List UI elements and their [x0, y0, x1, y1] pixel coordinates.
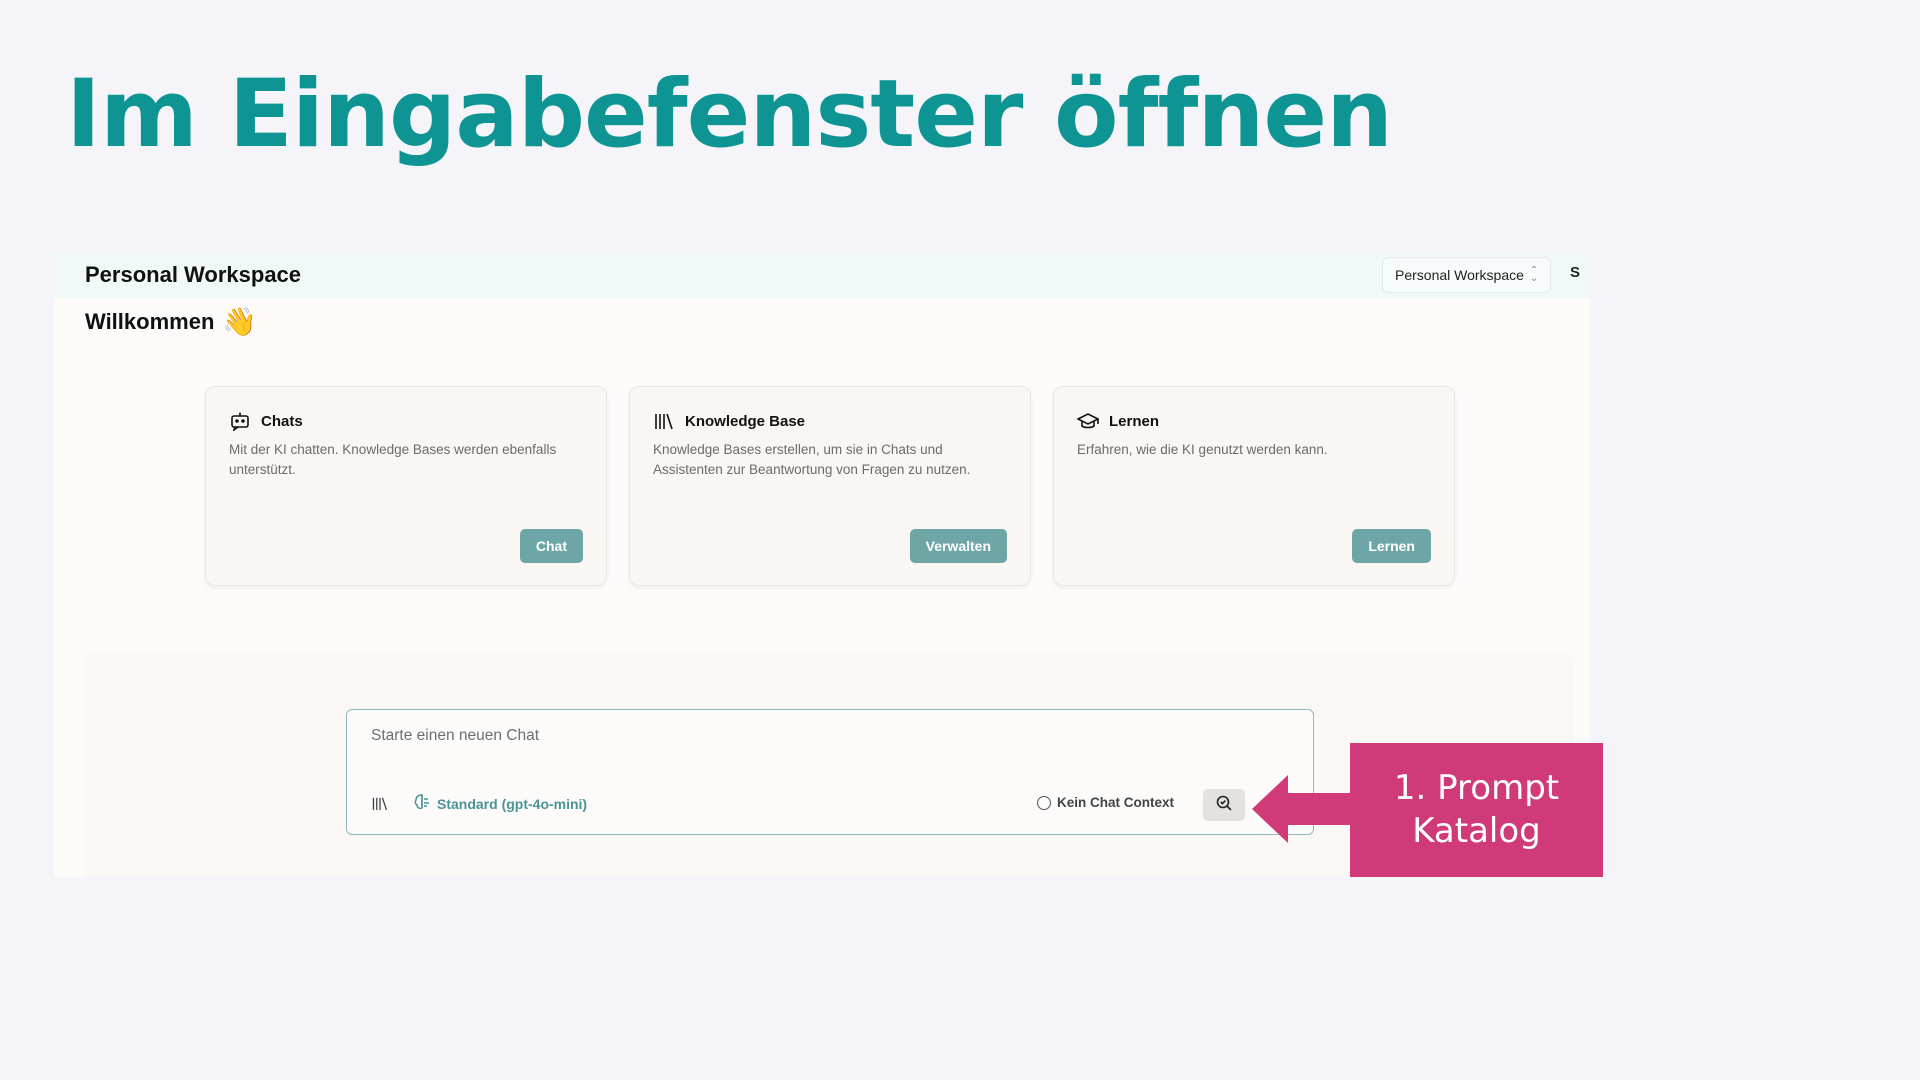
card-description: Erfahren, wie die KI genutzt werden kann…	[1077, 442, 1328, 457]
card-knowledge-base: Knowledge Base Knowledge Bases erstellen…	[629, 386, 1031, 586]
app-header: Personal Workspace Personal Workspace ⌃ ⌄…	[54, 252, 1590, 298]
user-avatar[interactable]: S	[1570, 264, 1580, 281]
model-select-label: Standard (gpt-4o-mini)	[437, 795, 588, 812]
callout-box: 1. Prompt Katalog	[1350, 743, 1603, 877]
chat-context-toggle[interactable]: Kein Chat Context	[1037, 795, 1174, 810]
chat-context-label: Kein Chat Context	[1057, 795, 1175, 810]
workspace-select-label: Personal Workspace	[1395, 267, 1524, 283]
workspace-select[interactable]: Personal Workspace ⌃ ⌄	[1382, 257, 1552, 293]
bot-icon	[229, 411, 251, 431]
chat-composer: Standard (gpt-4o-mini) Kein Chat Context	[346, 709, 1314, 835]
arrow-left-icon	[1252, 775, 1352, 843]
card-title: Knowledge Base	[685, 412, 806, 430]
library-icon	[653, 411, 675, 431]
library-icon[interactable]	[371, 796, 389, 816]
workspace-title: Personal Workspace	[85, 262, 302, 287]
model-select[interactable]: Standard (gpt-4o-mini)	[413, 793, 587, 814]
brain-icon	[413, 793, 431, 814]
chevron-updown-icon: ⌃ ⌄	[1529, 265, 1539, 284]
card-description: Knowledge Bases erstellen, um sie in Cha…	[653, 442, 971, 477]
search-check-icon	[1215, 794, 1233, 817]
slide-title: Im Eingabefenster öffnen	[66, 60, 1393, 169]
prompt-catalog-button[interactable]	[1203, 789, 1245, 821]
graduation-cap-icon	[1077, 411, 1099, 431]
card-chats: Chats Mit der KI chatten. Knowledge Base…	[205, 386, 607, 586]
chat-button[interactable]: Chat	[519, 529, 583, 563]
card-learn: Lernen Erfahren, wie die KI genutzt werd…	[1053, 386, 1455, 586]
learn-button[interactable]: Lernen	[1352, 529, 1431, 563]
manage-button[interactable]: Verwalten	[909, 529, 1007, 563]
welcome-heading: Willkommen 👋	[85, 305, 257, 338]
welcome-text: Willkommen	[85, 308, 215, 334]
card-title: Chats	[261, 412, 303, 430]
card-description: Mit der KI chatten. Knowledge Bases werd…	[229, 442, 557, 477]
radio-circle-icon	[1037, 795, 1051, 810]
waving-hand-icon: 👋	[222, 306, 258, 337]
card-title: Lernen	[1109, 412, 1160, 430]
chat-input[interactable]	[369, 726, 1273, 746]
